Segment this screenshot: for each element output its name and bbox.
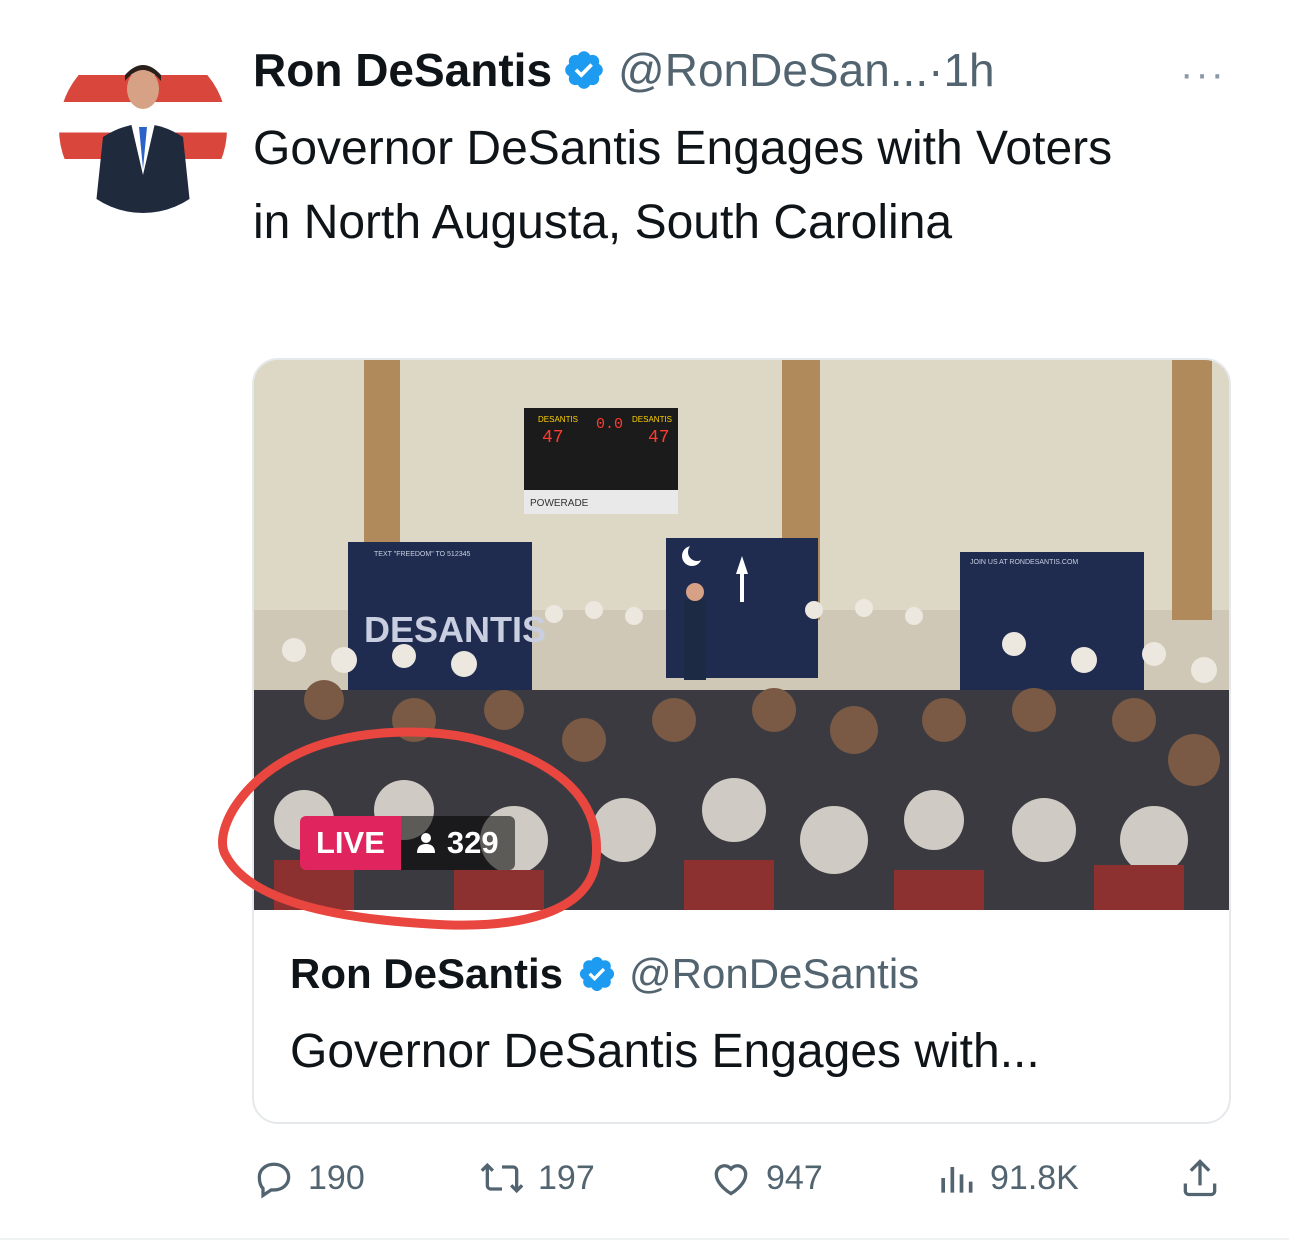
retweet-icon <box>480 1162 524 1194</box>
right-banner <box>960 552 1144 692</box>
svg-text:JOIN US AT RONDESANTIS.COM: JOIN US AT RONDESANTIS.COM <box>970 559 1078 566</box>
person-icon <box>416 833 435 853</box>
retweet-button[interactable]: 197 <box>478 1156 595 1200</box>
svg-text:TEXT "FREEDOM" TO 512345: TEXT "FREEDOM" TO 512345 <box>374 551 471 558</box>
more-options-icon[interactable]: ··· <box>1180 52 1226 97</box>
author-name[interactable]: Ron DeSantis <box>253 43 552 97</box>
share-button[interactable] <box>1178 1156 1234 1200</box>
reply-button[interactable]: 190 <box>252 1156 365 1200</box>
reply-count: 190 <box>308 1158 365 1197</box>
author-handle[interactable]: @RonDeSan... <box>618 43 928 97</box>
svg-text:DESANTIS: DESANTIS <box>632 415 672 424</box>
tweet-time[interactable]: ·1h <box>928 43 994 97</box>
verified-badge-icon <box>579 956 615 992</box>
svg-text:DESANTIS: DESANTIS <box>364 609 546 650</box>
svg-text:47: 47 <box>542 428 564 448</box>
views-chart-icon <box>941 1167 973 1193</box>
quoted-author-name[interactable]: Ron DeSantis <box>290 950 563 998</box>
like-count: 947 <box>766 1158 823 1197</box>
viewer-count-value: 329 <box>446 825 499 860</box>
svg-text:0.0: 0.0 <box>596 416 623 433</box>
svg-text:DESANTIS: DESANTIS <box>538 415 578 424</box>
tweet-actions: 190 197 947 91.8K <box>0 1156 1289 1206</box>
reply-icon <box>257 1162 291 1199</box>
svg-text:47: 47 <box>648 428 670 448</box>
quoted-author-handle[interactable]: @RonDeSantis <box>629 950 919 998</box>
live-badge: LIVE <box>300 816 401 870</box>
tweet-text: Governor DeSantis Engages with Voters in… <box>253 122 1113 249</box>
like-button[interactable]: 947 <box>708 1156 823 1200</box>
verified-badge-icon <box>565 51 603 89</box>
quoted-tweet-card[interactable]: DESANTIS DESANTIS 47 47 0.0 POWERADE TEX… <box>252 358 1231 1124</box>
heart-icon <box>714 1164 748 1196</box>
tweet-header: Ron DeSantis @RonDeSan... ·1h <box>253 40 995 100</box>
viewer-count: 329 <box>400 816 515 870</box>
share-icon <box>1183 1159 1217 1197</box>
author-avatar[interactable] <box>59 45 227 213</box>
svg-text:POWERADE: POWERADE <box>530 498 589 509</box>
views-count: 91.8K <box>990 1158 1079 1197</box>
views-button[interactable]: 91.8K <box>934 1156 1079 1200</box>
live-indicator: LIVE 329 <box>300 816 515 870</box>
quoted-tweet-header: Ron DeSantis @RonDeSantis <box>290 950 919 998</box>
retweet-count: 197 <box>538 1158 595 1197</box>
bottom-divider <box>0 1238 1289 1240</box>
quoted-tweet-text: Governor DeSantis Engages with... <box>290 1025 1040 1078</box>
